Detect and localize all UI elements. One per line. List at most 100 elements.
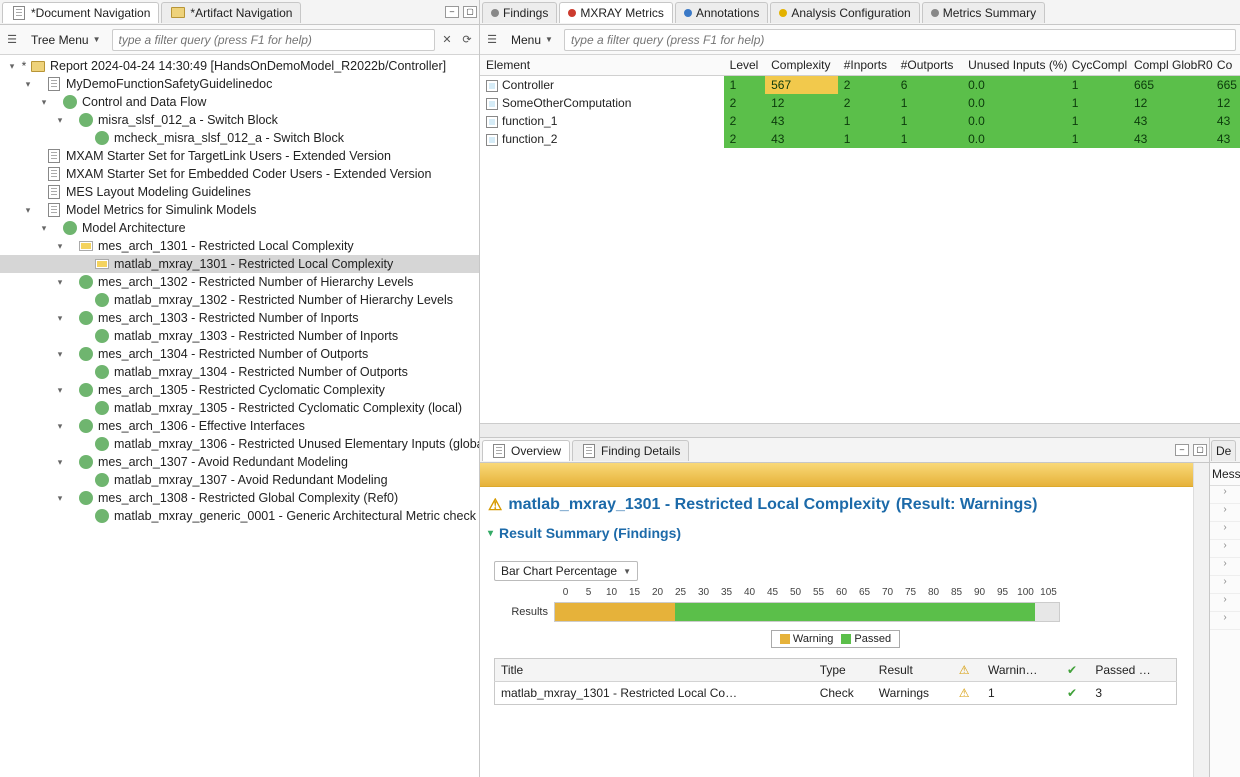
tree-node[interactable]: ▾Model Metrics for Simulink Models	[0, 201, 479, 219]
column-header[interactable]: Element	[480, 55, 724, 76]
tree-node[interactable]: MXAM Starter Set for TargetLink Users - …	[0, 147, 479, 165]
minimize-button[interactable]: –	[445, 6, 459, 18]
tree-node[interactable]: ▾mes_arch_1307 - Avoid Redundant Modelin…	[0, 453, 479, 471]
side-row[interactable]: ›	[1210, 612, 1240, 630]
horizontal-scrollbar[interactable]	[480, 423, 1240, 437]
tree-node[interactable]: matlab_mxray_1302 - Restricted Number of…	[0, 291, 479, 309]
column-header[interactable]: ⚠	[953, 659, 982, 682]
column-header[interactable]: Warnin…	[982, 659, 1061, 682]
tree-node[interactable]: matlab_mxray_1301 - Restricted Local Com…	[0, 255, 479, 273]
expander-icon[interactable]: ▾	[38, 93, 50, 111]
tree-node[interactable]: matlab_mxray_generic_0001 - Generic Arch…	[0, 507, 479, 525]
tree-node[interactable]: ▾Control and Data Flow	[0, 93, 479, 111]
chart-mode-select[interactable]: Bar Chart Percentage ▼	[494, 561, 638, 581]
column-header[interactable]: Result	[873, 659, 953, 682]
tab-artifact-navigation[interactable]: *Artifact Navigation	[161, 2, 301, 23]
tree-node[interactable]: ▾MyDemoFunctionSafetyGuidelinedoc	[0, 75, 479, 93]
expander-icon[interactable]: ▾	[54, 489, 66, 507]
tree-node[interactable]: matlab_mxray_1303 - Restricted Number of…	[0, 327, 479, 345]
tree-node[interactable]: MXAM Starter Set for Embedded Coder User…	[0, 165, 479, 183]
expander-icon[interactable]: ▾	[22, 75, 34, 93]
expander-icon[interactable]: ▾	[54, 345, 66, 363]
maximize-button[interactable]: ▢	[463, 6, 477, 18]
axis-tick: 50	[784, 587, 807, 598]
tree-node[interactable]: matlab_mxray_1306 - Restricted Unused El…	[0, 435, 479, 453]
tab-overview[interactable]: Overview	[482, 440, 570, 461]
column-header[interactable]: #Outports	[895, 55, 962, 76]
side-row[interactable]: ›	[1210, 504, 1240, 522]
maximize-button[interactable]: ▢	[1193, 444, 1207, 456]
left-filter-input[interactable]	[112, 29, 435, 51]
tab-analysis-configuration[interactable]: Analysis Configuration	[770, 2, 919, 23]
table-row[interactable]: function_2243110.014343	[480, 130, 1240, 148]
expander-icon[interactable]: ▾	[54, 417, 66, 435]
expander-icon[interactable]: ▾	[54, 309, 66, 327]
column-header[interactable]: Level	[724, 55, 765, 76]
refresh-icon[interactable]: ⟳	[459, 32, 475, 48]
tree-node[interactable]: ▾Model Architecture	[0, 219, 479, 237]
tree-node[interactable]: MES Layout Modeling Guidelines	[0, 183, 479, 201]
tab-finding-details[interactable]: Finding Details	[572, 440, 689, 461]
menu-button[interactable]: Menu ▼	[504, 29, 560, 51]
side-row[interactable]: ›	[1210, 540, 1240, 558]
vertical-scrollbar[interactable]	[1193, 463, 1209, 777]
expander-icon[interactable]: ▾	[54, 453, 66, 471]
tree-node[interactable]: ▾mes_arch_1303 - Restricted Number of In…	[0, 309, 479, 327]
column-header[interactable]: Type	[814, 659, 873, 682]
navigation-tree[interactable]: ▾*Report 2024-04-24 14:30:49 [HandsOnDem…	[0, 55, 479, 777]
expander-icon[interactable]: ▾	[54, 381, 66, 399]
column-header[interactable]: Passed …	[1089, 659, 1176, 682]
tree-node[interactable]: ▾mes_arch_1301 - Restricted Local Comple…	[0, 237, 479, 255]
tab-de[interactable]: De	[1211, 440, 1236, 461]
expander-icon[interactable]: ▾	[22, 201, 34, 219]
column-header[interactable]: Compl GlobR0	[1128, 55, 1211, 76]
menu-icon[interactable]: ☰	[4, 32, 20, 48]
table-row[interactable]: SomeOtherComputation212210.011212	[480, 94, 1240, 112]
tree-node[interactable]: ▾mes_arch_1308 - Restricted Global Compl…	[0, 489, 479, 507]
tab-findings[interactable]: Findings	[482, 2, 557, 23]
findings-table[interactable]: TitleTypeResult⚠Warnin…✔Passed … matlab_…	[494, 658, 1177, 705]
tree-node[interactable]: ▾mes_arch_1304 - Restricted Number of Ou…	[0, 345, 479, 363]
side-row[interactable]: ›	[1210, 594, 1240, 612]
expander-icon[interactable]: ▾	[6, 57, 18, 75]
dirty-marker: *	[20, 57, 28, 75]
column-header[interactable]: Co	[1211, 55, 1240, 76]
tab-document-navigation[interactable]: *Document Navigation	[2, 2, 159, 23]
tree-menu-button[interactable]: Tree Menu ▼	[24, 29, 108, 51]
side-row[interactable]: ›	[1210, 522, 1240, 540]
tab-mxray-metrics[interactable]: MXRAY Metrics	[559, 2, 673, 23]
column-header[interactable]: Unused Inputs (%)	[962, 55, 1066, 76]
side-row[interactable]: ›	[1210, 576, 1240, 594]
expander-icon[interactable]: ▾	[54, 273, 66, 291]
column-header[interactable]: Complexity	[765, 55, 838, 76]
right-filter-input[interactable]	[564, 29, 1236, 51]
expander-icon[interactable]: ▾	[38, 219, 50, 237]
table-row[interactable]: function_1243110.014343	[480, 112, 1240, 130]
tree-node[interactable]: ▾mes_arch_1306 - Effective Interfaces	[0, 417, 479, 435]
tab-annotations[interactable]: Annotations	[675, 2, 768, 23]
minimize-button[interactable]: –	[1175, 444, 1189, 456]
tree-node[interactable]: matlab_mxray_1307 - Avoid Redundant Mode…	[0, 471, 479, 489]
tab-metrics-summary[interactable]: Metrics Summary	[922, 2, 1045, 23]
column-header[interactable]: ✔	[1061, 659, 1089, 682]
table-row[interactable]: matlab_mxray_1301 - Restricted Local Co……	[495, 682, 1177, 705]
tree-node[interactable]: matlab_mxray_1304 - Restricted Number of…	[0, 363, 479, 381]
tree-node[interactable]: ▾mes_arch_1305 - Restricted Cyclomatic C…	[0, 381, 479, 399]
expander-icon[interactable]: ▾	[54, 237, 66, 255]
side-row[interactable]: ›	[1210, 558, 1240, 576]
clear-filter-icon[interactable]: ✕	[439, 32, 455, 48]
column-header[interactable]: CycCompl	[1066, 55, 1128, 76]
tree-node[interactable]: mcheck_misra_slsf_012_a - Switch Block	[0, 129, 479, 147]
section-result-summary[interactable]: ▾ Result Summary (Findings)	[488, 519, 1183, 547]
tree-node[interactable]: matlab_mxray_1305 - Restricted Cyclomati…	[0, 399, 479, 417]
table-row[interactable]: Controller1567260.01665665	[480, 76, 1240, 95]
metrics-table[interactable]: ElementLevelComplexity#Inports#OutportsU…	[480, 55, 1240, 148]
menu-icon[interactable]: ☰	[484, 32, 500, 48]
tree-node[interactable]: ▾mes_arch_1302 - Restricted Number of Hi…	[0, 273, 479, 291]
column-header[interactable]: #Inports	[838, 55, 895, 76]
side-row[interactable]: ›	[1210, 486, 1240, 504]
expander-icon[interactable]: ▾	[54, 111, 66, 129]
column-header[interactable]: Title	[495, 659, 814, 682]
tree-node[interactable]: ▾misra_slsf_012_a - Switch Block	[0, 111, 479, 129]
tree-node[interactable]: ▾*Report 2024-04-24 14:30:49 [HandsOnDem…	[0, 57, 479, 75]
